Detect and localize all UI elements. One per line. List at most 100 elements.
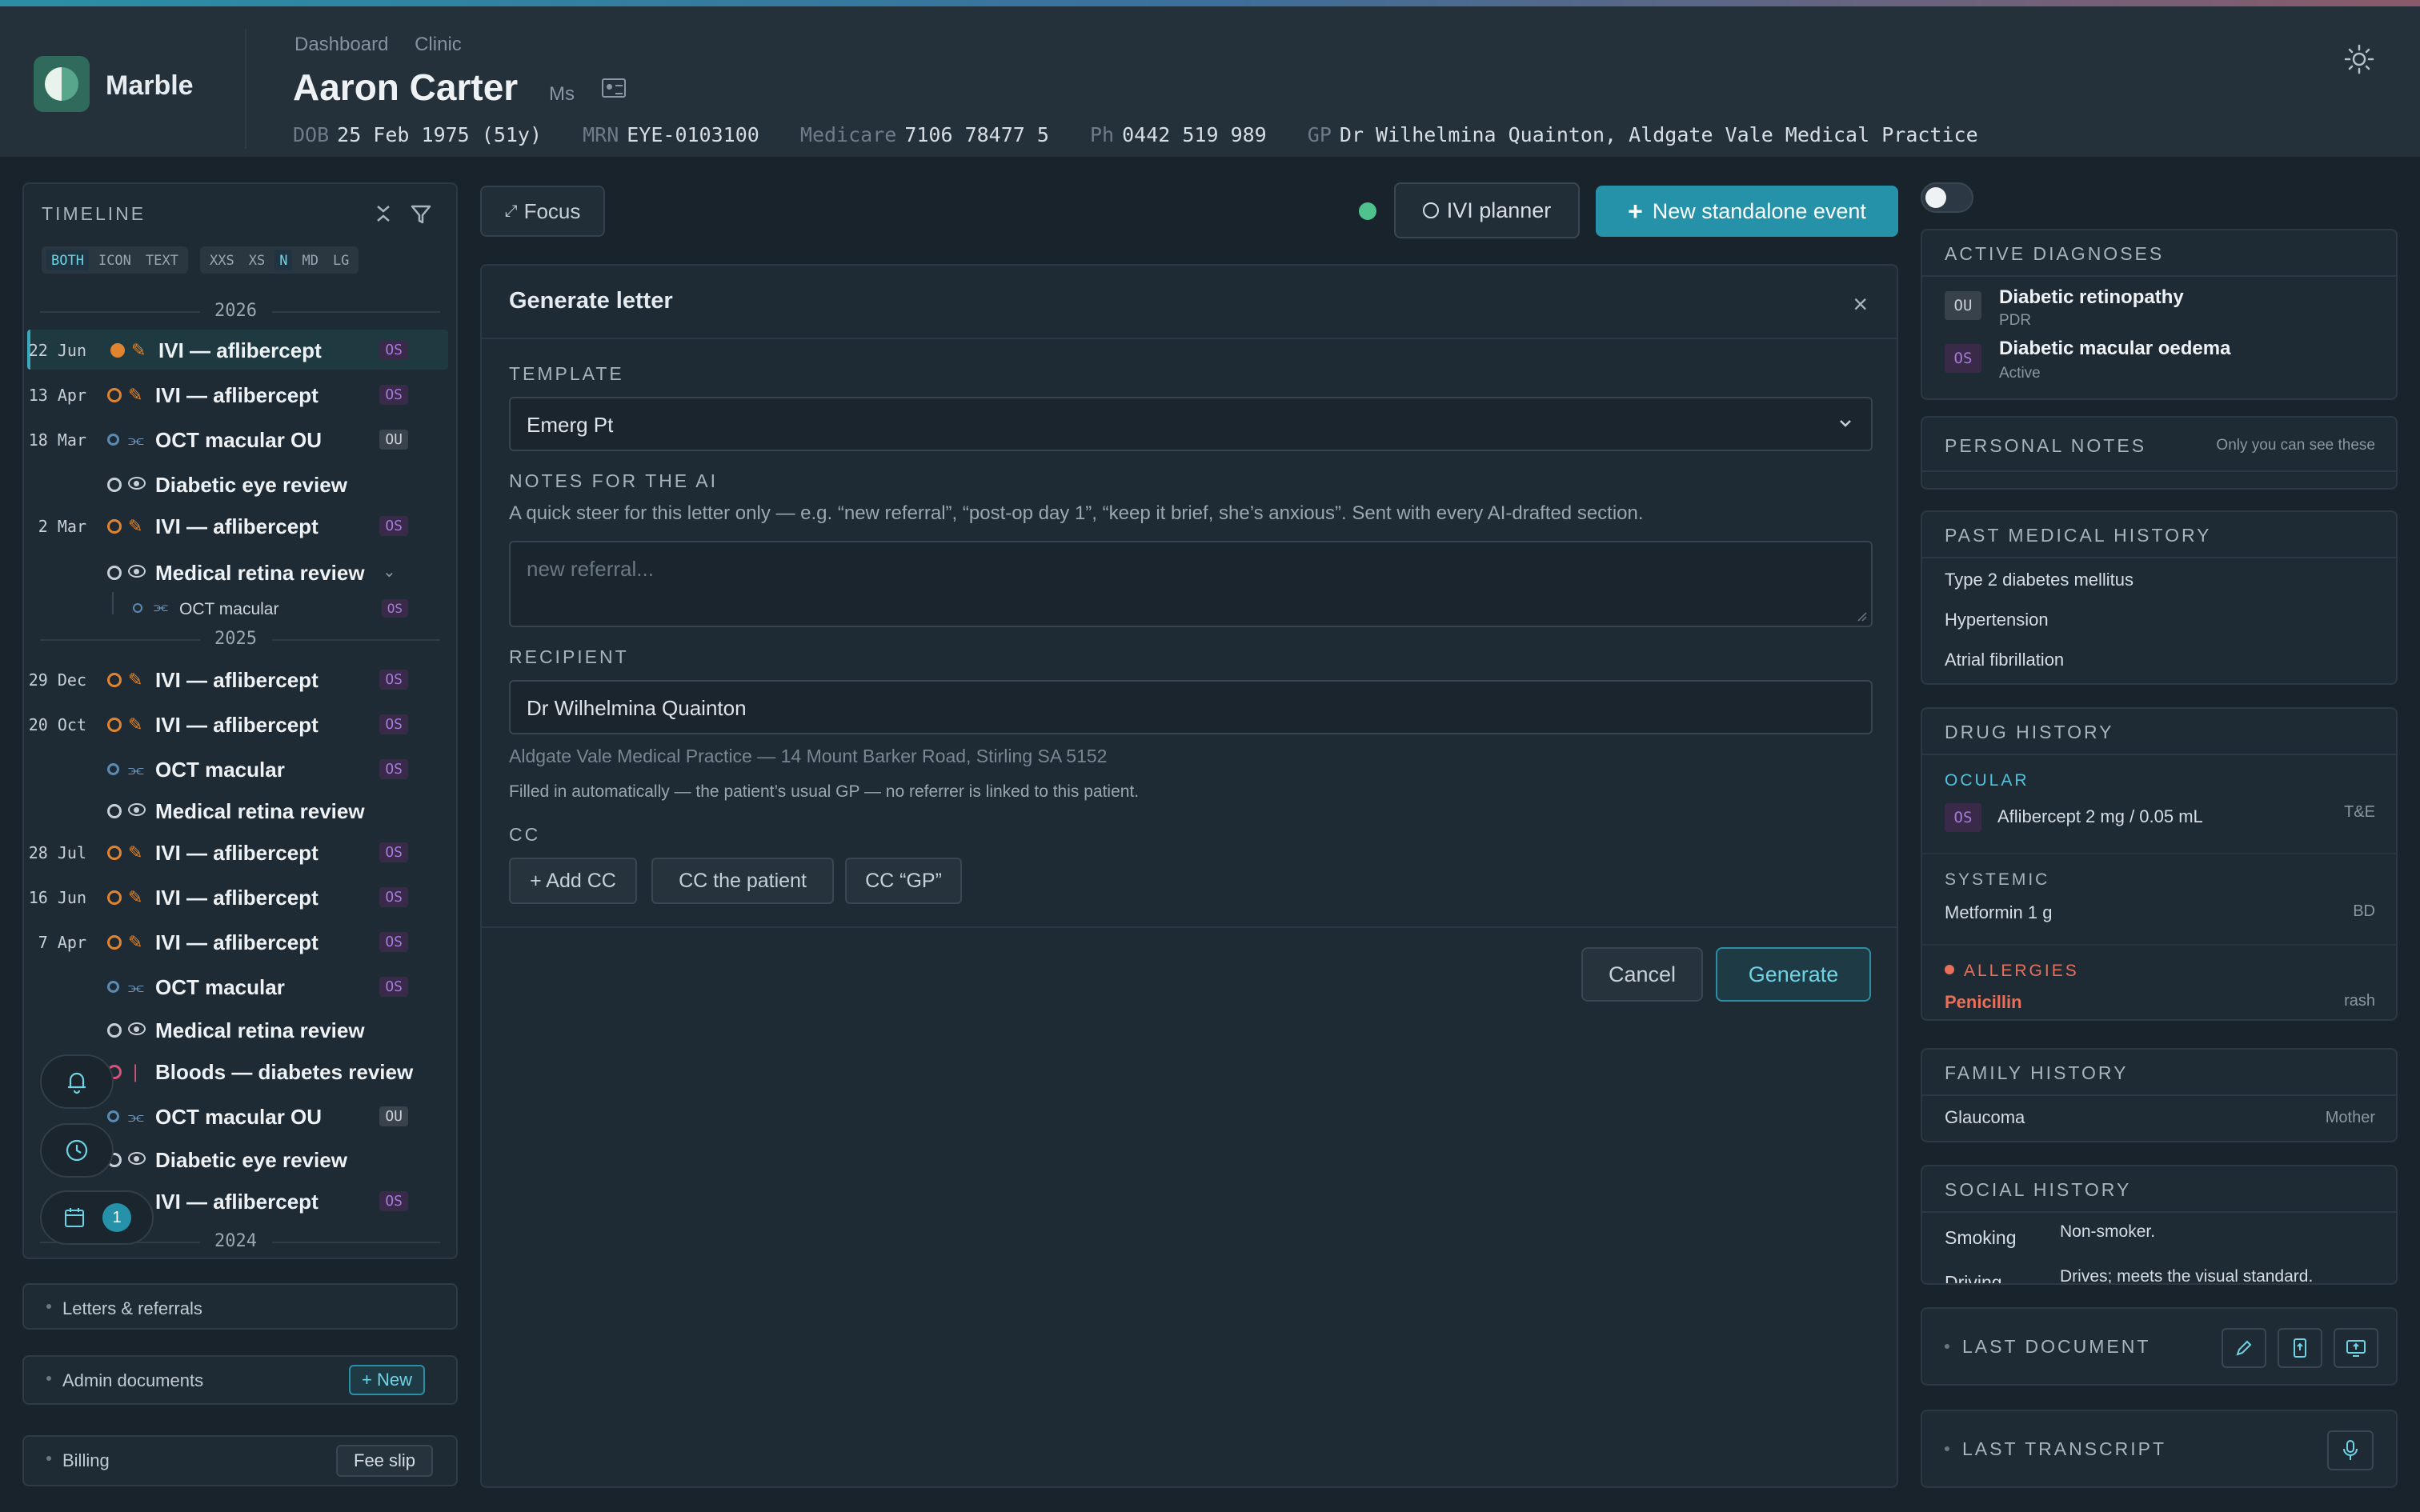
chip-lg[interactable]: LG <box>328 250 354 270</box>
cc-label: CC <box>509 824 541 845</box>
collapse-icon[interactable] <box>373 203 394 224</box>
oct-dot-icon <box>107 763 119 775</box>
ivi-dot-icon <box>107 673 122 687</box>
timeline-event[interactable]: 28 Jul ✎ IVI — aflibercept OS <box>27 832 448 872</box>
generate-button[interactable]: Generate <box>1716 947 1871 1002</box>
social-history-panel: SOCIAL HISTORY Smoking Non-smoker. Drivi… <box>1921 1165 2398 1285</box>
diagnosis-name[interactable]: Diabetic macular oedema <box>1999 338 2230 360</box>
year-2026: 2026 <box>214 301 257 321</box>
admin-new-button[interactable]: + New <box>349 1365 425 1395</box>
resize-handle-icon[interactable] <box>1857 611 1868 622</box>
app-logo[interactable] <box>34 56 90 112</box>
timeline-event[interactable]: 20 Oct ✎ IVI — aflibercept OS <box>27 704 448 744</box>
diagnosis-name[interactable]: Diabetic retinopathy <box>1999 286 2184 309</box>
theme-sun-icon[interactable] <box>2343 43 2375 75</box>
panel-divider <box>1922 275 2396 277</box>
timeline-event[interactable]: 7 Apr ✎ IVI — aflibercept OS <box>27 922 448 962</box>
cancel-button[interactable]: Cancel <box>1581 947 1703 1002</box>
panel-title: FAMILY HISTORY <box>1945 1062 2129 1083</box>
phone-upload-icon <box>2294 1338 2306 1358</box>
eye-badge: OS <box>379 516 408 536</box>
filter-icon[interactable] <box>410 203 432 226</box>
recipient-value: Dr Wilhelmina Quainton <box>527 696 747 720</box>
allergy-name: Penicillin <box>1945 992 2022 1012</box>
top-accent-bar <box>0 0 2420 6</box>
mobile-upload-button[interactable] <box>2278 1328 2322 1368</box>
billing-section[interactable]: Billing Fee slip <box>22 1435 458 1486</box>
event-label: IVI — aflibercept <box>155 514 319 538</box>
panel-divider <box>1922 944 2396 946</box>
event-date: 13 Apr <box>28 386 86 405</box>
timeline-event[interactable]: 18 Mar ⫘ OCT macular OU OU <box>27 419 448 459</box>
timeline-event[interactable]: 29 Dec ✎ IVI — aflibercept OS <box>27 659 448 699</box>
cc-gp-button[interactable]: CC “GP” <box>845 858 962 904</box>
template-select[interactable]: Emerg Pt <box>509 397 1873 451</box>
breadcrumb-dashboard[interactable]: Dashboard <box>294 34 388 55</box>
last-document-panel[interactable]: LAST DOCUMENT <box>1921 1307 2398 1386</box>
calendar-button[interactable]: 1 <box>40 1190 154 1245</box>
timeline-event[interactable]: Diabetic eye review <box>27 464 448 504</box>
syringe-icon: ✎ <box>131 340 146 360</box>
edit-document-button[interactable] <box>2222 1328 2266 1368</box>
timeline-event[interactable]: Medical retina review <box>27 790 448 830</box>
breadcrumb-clinic[interactable]: Clinic <box>415 34 462 55</box>
chip-text[interactable]: TEXT <box>141 250 183 270</box>
chip-both[interactable]: BOTH <box>46 250 89 270</box>
notes-textarea[interactable]: new referral... <box>509 541 1873 627</box>
history-button[interactable] <box>40 1123 114 1178</box>
new-standalone-event-button[interactable]: + New standalone event <box>1596 186 1898 237</box>
fee-slip-button[interactable]: Fee slip <box>336 1445 434 1477</box>
timeline-event[interactable]: 13 Apr ✎ IVI — aflibercept OS <box>27 374 448 414</box>
timeline-sub-event[interactable]: ⫘ OCT macular OS <box>27 589 448 627</box>
active-diagnoses-panel: ACTIVE DIAGNOSES OU Diabetic retinopathy… <box>1921 229 2398 400</box>
header-divider <box>245 29 246 149</box>
allergy-alert-icon <box>1945 965 1954 974</box>
chip-icon[interactable]: ICON <box>94 250 136 270</box>
status-indicator <box>1359 202 1376 220</box>
timeline-event[interactable]: Medical retina review ⌄ <box>27 552 448 592</box>
add-cc-button[interactable]: + Add CC <box>509 858 637 904</box>
ivi-planner-button[interactable]: IVI planner <box>1394 182 1580 238</box>
timeline-event[interactable]: 2 Mar ✎ IVI — aflibercept OS <box>27 506 448 546</box>
patient-info: DOB 25 Feb 1975 (51y) MRN EYE-0103100 Medi… <box>293 123 2007 146</box>
ivi-dot-icon <box>107 890 122 905</box>
chip-md[interactable]: MD <box>297 250 323 270</box>
timeline-event[interactable]: ⫘ OCT macular OS <box>27 966 448 1006</box>
id-card-icon[interactable] <box>602 78 626 98</box>
chip-xs[interactable]: XS <box>244 250 270 270</box>
recipient-input[interactable]: Dr Wilhelmina Quainton <box>509 680 1873 734</box>
calendar-count-badge: 1 <box>102 1203 131 1232</box>
plus-icon: + <box>1628 196 1643 226</box>
gp-label: GP <box>1307 123 1332 146</box>
patient-title: Ms <box>549 83 575 105</box>
review-dot-icon <box>107 566 122 580</box>
timeline-event[interactable]: ⫘ OCT macular OS <box>27 749 448 789</box>
timeline-event[interactable]: 22 Jun ✎ IVI — aflibercept OS <box>27 330 448 370</box>
record-transcript-button[interactable] <box>2327 1430 2374 1470</box>
event-label: Bloods — diabetes review <box>155 1060 414 1084</box>
panel-toggle[interactable] <box>1921 182 1973 213</box>
eye-badge: OU <box>1945 291 1981 320</box>
focus-button[interactable]: ⤢ Focus <box>480 186 605 237</box>
ocular-label: OCULAR <box>1945 771 2029 790</box>
family-condition: Glaucoma <box>1945 1107 2025 1127</box>
notifications-button[interactable] <box>40 1054 114 1109</box>
personal-notes-panel[interactable]: PERSONAL NOTES Only you can see these <box>1921 416 2398 490</box>
review-dot-icon <box>107 804 122 818</box>
chip-xxs[interactable]: XXS <box>205 250 239 270</box>
close-icon[interactable]: × <box>1853 290 1868 319</box>
notes-label: NOTES FOR THE AI <box>509 470 718 491</box>
letters-referrals-section[interactable]: Letters & referrals <box>22 1283 458 1330</box>
timeline-event[interactable]: Medical retina review <box>27 1010 448 1050</box>
admin-documents-section[interactable]: Admin documents + New <box>22 1355 458 1405</box>
event-date: 22 Jun <box>28 341 86 360</box>
chip-n[interactable]: N <box>274 250 293 270</box>
chevron-down-icon[interactable]: ⌄ <box>383 562 396 582</box>
screen-upload-button[interactable] <box>2334 1328 2378 1368</box>
last-transcript-panel[interactable]: LAST TRANSCRIPT <box>1921 1410 2398 1488</box>
focus-label: Focus <box>523 198 581 223</box>
panel-title: SOCIAL HISTORY <box>1945 1179 2132 1200</box>
target-icon <box>1422 202 1439 218</box>
cc-patient-button[interactable]: CC the patient <box>651 858 834 904</box>
timeline-event[interactable]: 16 Jun ✎ IVI — aflibercept OS <box>27 877 448 917</box>
